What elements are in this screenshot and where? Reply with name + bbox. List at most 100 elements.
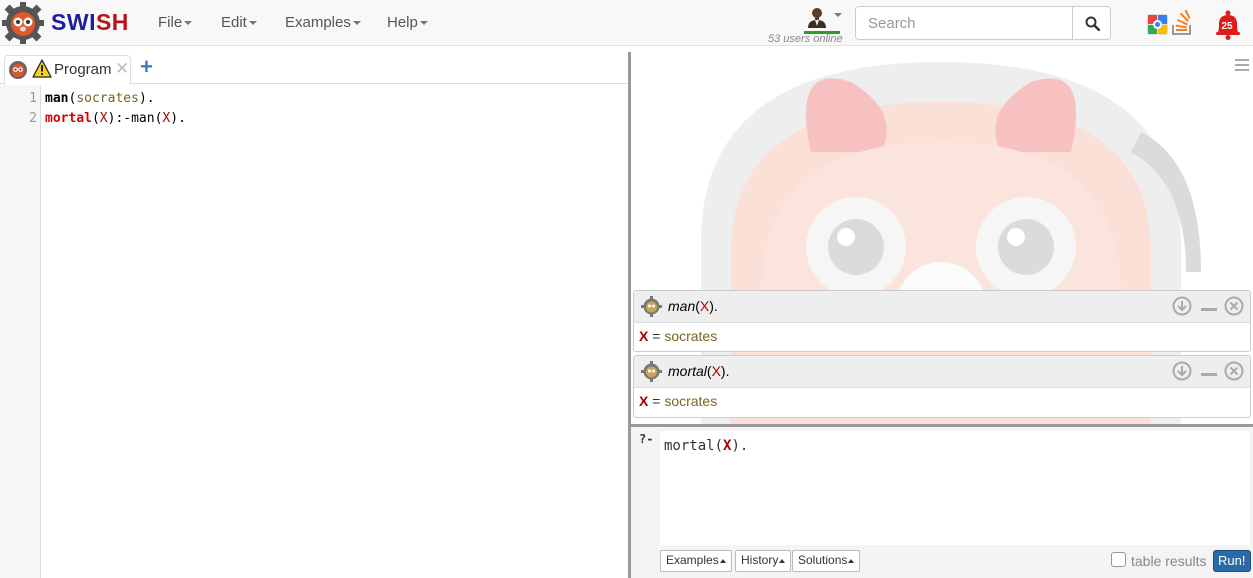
- line-number-gutter: 1 2: [0, 85, 41, 578]
- close-icon[interactable]: ✕: [115, 59, 129, 79]
- query-text[interactable]: mortal(X).: [664, 438, 748, 454]
- examples-button[interactable]: Examples: [660, 550, 732, 572]
- query-editor[interactable]: mortal(X).: [660, 431, 1250, 545]
- gear-icon: [641, 361, 662, 382]
- notification-count: 25: [1221, 21, 1233, 32]
- binding-eq: =: [648, 393, 665, 409]
- search-button[interactable]: [1072, 6, 1111, 40]
- brand-title[interactable]: SWISH: [51, 9, 129, 36]
- code-token-head: mortal: [45, 111, 92, 126]
- chevron-down-icon: [419, 21, 428, 26]
- swish-logo-icon[interactable]: [2, 2, 44, 44]
- user-avatar-icon[interactable]: [806, 6, 828, 28]
- menu-icon[interactable]: [1235, 58, 1249, 72]
- brand-sw: SW: [51, 9, 90, 35]
- close-icon[interactable]: [1224, 361, 1244, 381]
- minimize-icon[interactable]: [1201, 373, 1217, 376]
- code-token-punct: ).: [138, 91, 155, 106]
- chevron-down-icon: [184, 21, 193, 26]
- menu-examples[interactable]: Examples: [285, 14, 361, 31]
- user-menu[interactable]: 53 users online: [766, 4, 844, 46]
- gear-icon: [641, 296, 662, 317]
- chevron-up-icon: [848, 558, 855, 563]
- binding-value: socrates: [664, 393, 718, 409]
- chevron-up-icon: [719, 558, 726, 563]
- code-token-punct: ).: [170, 111, 186, 126]
- query-answer: man(X). X = socrates: [633, 290, 1251, 352]
- binding-var: X: [639, 393, 649, 409]
- download-icon[interactable]: [1172, 296, 1192, 316]
- results-pane: man(X). X = socrates mortal(X). X = socr…: [631, 52, 1253, 578]
- menu-help[interactable]: Help: [387, 14, 428, 31]
- menu-edit-label: Edit: [221, 14, 247, 31]
- swish-file-icon: [9, 61, 27, 79]
- menu-edit[interactable]: Edit: [221, 14, 257, 31]
- tab-bar: Program ✕ +: [0, 52, 628, 85]
- chevron-up-icon: [779, 558, 786, 563]
- tab-program[interactable]: Program ✕: [4, 55, 131, 85]
- code-token-punct: (: [91, 111, 100, 126]
- brand-sh: SH: [95, 9, 129, 35]
- query-var: X: [699, 298, 710, 314]
- query-predicate: mortal: [668, 363, 707, 379]
- menu-file-label: File: [158, 14, 183, 31]
- add-tab-button[interactable]: +: [140, 55, 153, 79]
- stackoverflow-icon[interactable]: [1170, 10, 1194, 36]
- history-button-label: History: [741, 553, 779, 567]
- answer-binding: X = socrates: [639, 393, 717, 409]
- results-area: man(X). X = socrates mortal(X). X = socr…: [631, 52, 1253, 424]
- query-var: X: [711, 363, 721, 379]
- query-answer: mortal(X). X = socrates: [633, 355, 1251, 418]
- tab-program-label: Program: [54, 61, 112, 78]
- query-punct: ).: [720, 363, 730, 379]
- code-token-punct: ):-man(: [107, 111, 163, 126]
- solutions-button-label: Solutions: [798, 553, 848, 567]
- answer-header: man(X).: [634, 291, 1250, 323]
- binding-eq: =: [648, 328, 665, 344]
- query-predicate: man: [668, 298, 696, 314]
- minimize-icon[interactable]: [1201, 308, 1217, 311]
- close-icon[interactable]: [1224, 296, 1244, 316]
- menu-examples-label: Examples: [285, 14, 351, 31]
- navbar: SWISH File Edit Examples Help 53 users o…: [0, 0, 1253, 46]
- history-button[interactable]: History: [735, 550, 792, 572]
- warning-icon: [32, 59, 52, 78]
- query-area: ?- mortal(X). Examples History Solutions…: [631, 427, 1253, 578]
- query-punct: ).: [709, 298, 718, 314]
- search-icon: [1085, 16, 1100, 31]
- menu-file[interactable]: File: [158, 14, 193, 31]
- chevron-down-icon[interactable]: [834, 13, 842, 17]
- search-input[interactable]: [855, 6, 1073, 40]
- line-number: 1: [29, 91, 37, 106]
- code-editor[interactable]: 1 2 man(socrates). mortal(X):-man(X).: [0, 85, 628, 578]
- binding-var: X: [639, 328, 649, 344]
- line-number: 2: [29, 111, 37, 126]
- code-line[interactable]: mortal(X):-man(X).: [45, 111, 186, 126]
- code-token-var: X: [99, 111, 108, 126]
- answer-query: mortal(X).: [668, 363, 729, 379]
- download-icon[interactable]: [1172, 361, 1192, 381]
- table-results-label: table results: [1131, 553, 1207, 569]
- code-token-head: man: [45, 91, 69, 106]
- chevron-down-icon: [352, 21, 361, 26]
- solutions-button[interactable]: Solutions: [792, 550, 861, 572]
- answer-query: man(X).: [668, 298, 718, 314]
- answer-header: mortal(X).: [634, 356, 1250, 388]
- query-prompt: ?-: [639, 432, 654, 446]
- binding-value: socrates: [664, 328, 718, 344]
- run-button[interactable]: Run!: [1213, 550, 1251, 572]
- search-group: [855, 6, 1111, 40]
- query-text-pred: mortal(: [664, 438, 724, 454]
- menu-help-label: Help: [387, 14, 418, 31]
- google-plus-icon[interactable]: [1147, 14, 1168, 35]
- examples-button-label: Examples: [666, 553, 719, 567]
- answer-binding: X = socrates: [639, 328, 717, 344]
- brand-i: I: [89, 9, 96, 35]
- code-token-atom: socrates: [76, 91, 139, 106]
- users-online-count: 53 users online: [768, 33, 843, 45]
- program-pane: Program ✕ + 1 2 man(socrates). mortal(X)…: [0, 52, 628, 578]
- table-results-checkbox[interactable]: [1111, 552, 1126, 567]
- code-line[interactable]: man(socrates).: [45, 91, 155, 106]
- query-text-close: ).: [731, 438, 749, 454]
- chevron-down-icon: [248, 21, 257, 26]
